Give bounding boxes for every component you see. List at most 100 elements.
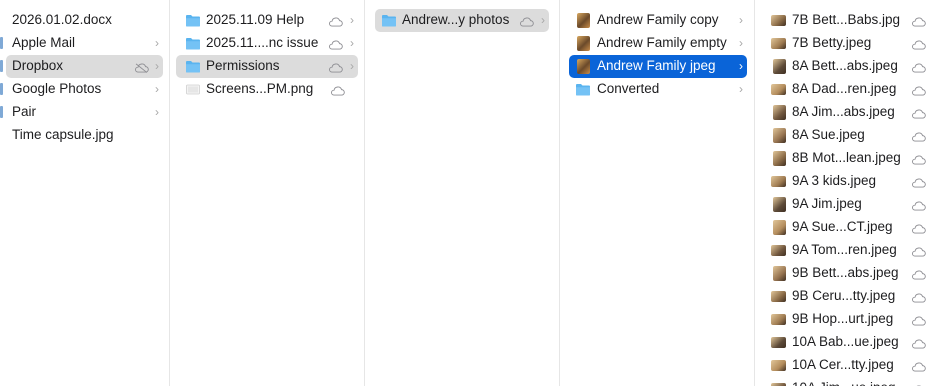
list-item-screens-pm-png[interactable]: Screens...PM.png <box>176 78 358 101</box>
file-row[interactable]: 8A Bett...abs.jpeg <box>763 55 932 78</box>
photo-thumbnail-icon <box>771 245 786 256</box>
file-name: 8B Mot...lean.jpeg <box>792 150 901 165</box>
sidebar-item-google-photos[interactable]: Google Photos › <box>0 78 163 101</box>
photo-thumbnail-icon <box>773 151 786 166</box>
file-row[interactable]: 7B Bett...Babs.jpg <box>763 9 932 32</box>
sidebar-item-pair[interactable]: Pair › <box>0 101 163 124</box>
file-name: 10A Cer...tty.jpeg <box>792 357 894 372</box>
cloud-icon <box>911 199 926 211</box>
photo-thumbnail-icon <box>773 266 786 281</box>
photo-thumbnail-icon <box>771 314 786 325</box>
cloud-icon <box>911 130 926 142</box>
item-label: Google Photos <box>12 81 102 96</box>
cloud-icon <box>328 15 343 27</box>
item-label: Apple Mail <box>12 35 76 50</box>
item-label: 2025.11....nc issue <box>206 35 319 50</box>
chevron-right-icon: › <box>350 59 354 73</box>
file-name: 10A Bab...ue.jpeg <box>792 334 899 349</box>
jpeg-files-column: 7B Bett...Babs.jpg 7B Betty.jpeg 8A Bett..… <box>755 0 936 386</box>
file-row[interactable]: 10A Cer...tty.jpeg <box>763 354 932 377</box>
photo-thumbnail-icon <box>771 84 786 95</box>
file-row[interactable]: 10A Jim...ue.jpeg <box>763 377 932 386</box>
file-name: 9A Jim.jpeg <box>792 196 862 211</box>
cloud-icon <box>911 61 926 73</box>
file-row[interactable]: 9B Ceru...tty.jpeg <box>763 285 932 308</box>
file-row[interactable]: 9B Bett...abs.jpeg <box>763 262 932 285</box>
dropbox-column: 2025.11.09 Help › 2025.11....nc issue › Perm… <box>170 0 365 386</box>
list-item-andrew-family-copy[interactable]: Andrew Family copy › <box>569 9 747 32</box>
sidebar-item-time-capsule-jpg[interactable]: Time capsule.jpg <box>6 124 163 147</box>
photo-thumbnail-icon <box>771 291 786 302</box>
cloud-icon <box>911 38 926 50</box>
tag-marker <box>0 60 3 72</box>
photo-thumbnail-icon <box>771 38 786 49</box>
folder-icon <box>575 83 591 96</box>
chevron-right-icon: › <box>155 36 159 50</box>
photo-thumbnail-icon <box>773 59 786 74</box>
file-name: 8A Bett...abs.jpeg <box>792 58 898 73</box>
cloud-icon <box>328 61 343 73</box>
file-row[interactable]: 9A Jim.jpeg <box>763 193 932 216</box>
cloud-icon <box>328 38 343 50</box>
cloud-icon <box>911 15 926 27</box>
file-row[interactable]: 8A Sue.jpeg <box>763 124 932 147</box>
file-row[interactable]: 9A Tom...ren.jpeg <box>763 239 932 262</box>
cloud-icon <box>911 222 926 234</box>
permissions-column: Andrew...y photos › <box>365 0 560 386</box>
cloud-icon <box>911 360 926 372</box>
list-item-andrew-family-jpeg[interactable]: Andrew Family jpeg › <box>569 55 747 78</box>
tag-marker <box>0 106 3 118</box>
cloud-icon <box>911 291 926 303</box>
file-row[interactable]: 9A Sue...CT.jpeg <box>763 216 932 239</box>
file-row[interactable]: 8A Jim...abs.jpeg <box>763 101 932 124</box>
photo-thumbnail-icon <box>577 36 590 51</box>
cloud-icon <box>911 314 926 326</box>
photo-thumbnail-icon <box>771 176 786 187</box>
item-label: Dropbox <box>12 58 64 73</box>
chevron-right-icon: › <box>155 59 159 73</box>
file-name: 7B Bett...Babs.jpg <box>792 12 901 27</box>
item-label: 2026.01.02.docx <box>12 12 112 27</box>
file-name: 9B Bett...abs.jpeg <box>792 265 899 280</box>
permissions-list: Andrew...y photos › <box>365 0 559 32</box>
list-item-permissions[interactable]: Permissions › <box>176 55 358 78</box>
file-row[interactable]: 9B Hop...urt.jpeg <box>763 308 932 331</box>
cloud-icon <box>911 176 926 188</box>
list-item-andrew-family-empty[interactable]: Andrew Family empty › <box>569 32 747 55</box>
item-label: Pair <box>12 104 37 119</box>
chevron-right-icon: › <box>350 36 354 50</box>
image-file-icon <box>185 83 201 96</box>
list-item-converted[interactable]: Converted › <box>569 78 747 101</box>
list-item-andrew-y-photos[interactable]: Andrew...y photos › <box>375 9 549 32</box>
file-name: 9A 3 kids.jpeg <box>792 173 877 188</box>
chevron-right-icon: › <box>739 36 743 50</box>
folder-icon <box>185 37 201 50</box>
list-item-2025-11-nc-issue[interactable]: 2025.11....nc issue › <box>176 32 358 55</box>
sidebar-column: 2026.01.02.docx Apple Mail › Dropbox › Google… <box>0 0 170 386</box>
file-name: 9B Ceru...tty.jpeg <box>792 288 896 303</box>
photo-thumbnail-icon <box>771 15 786 26</box>
item-label: Andrew Family copy <box>597 12 719 27</box>
item-label: Andrew Family empty <box>597 35 727 50</box>
file-row[interactable]: 9A 3 kids.jpeg <box>763 170 932 193</box>
sidebar-item-dropbox[interactable]: Dropbox › <box>0 55 163 78</box>
file-name: 9A Sue...CT.jpeg <box>792 219 893 234</box>
item-label: Time capsule.jpg <box>12 127 114 142</box>
photo-thumbnail-icon <box>577 13 590 28</box>
file-row[interactable]: 10A Bab...ue.jpeg <box>763 331 932 354</box>
item-label: Screens...PM.png <box>206 81 314 96</box>
cloud-icon <box>519 15 534 27</box>
folder-icon <box>185 14 201 27</box>
chevron-right-icon: › <box>350 13 354 27</box>
file-row[interactable]: 8B Mot...lean.jpeg <box>763 147 932 170</box>
file-row[interactable]: 7B Betty.jpeg <box>763 32 932 55</box>
sidebar-item-2026-01-02-docx[interactable]: 2026.01.02.docx <box>6 9 163 32</box>
cloud-icon <box>911 337 926 349</box>
jpeg-files-list: 7B Bett...Babs.jpg 7B Betty.jpeg 8A Bett..… <box>755 0 936 386</box>
dropbox-list: 2025.11.09 Help › 2025.11....nc issue › Perm… <box>170 0 364 101</box>
list-item-2025-11-09-help[interactable]: 2025.11.09 Help › <box>176 9 358 32</box>
sidebar-item-apple-mail[interactable]: Apple Mail › <box>0 32 163 55</box>
cloud-icon <box>911 268 926 280</box>
file-row[interactable]: 8A Dad...ren.jpeg <box>763 78 932 101</box>
cloud-icon <box>911 84 926 96</box>
